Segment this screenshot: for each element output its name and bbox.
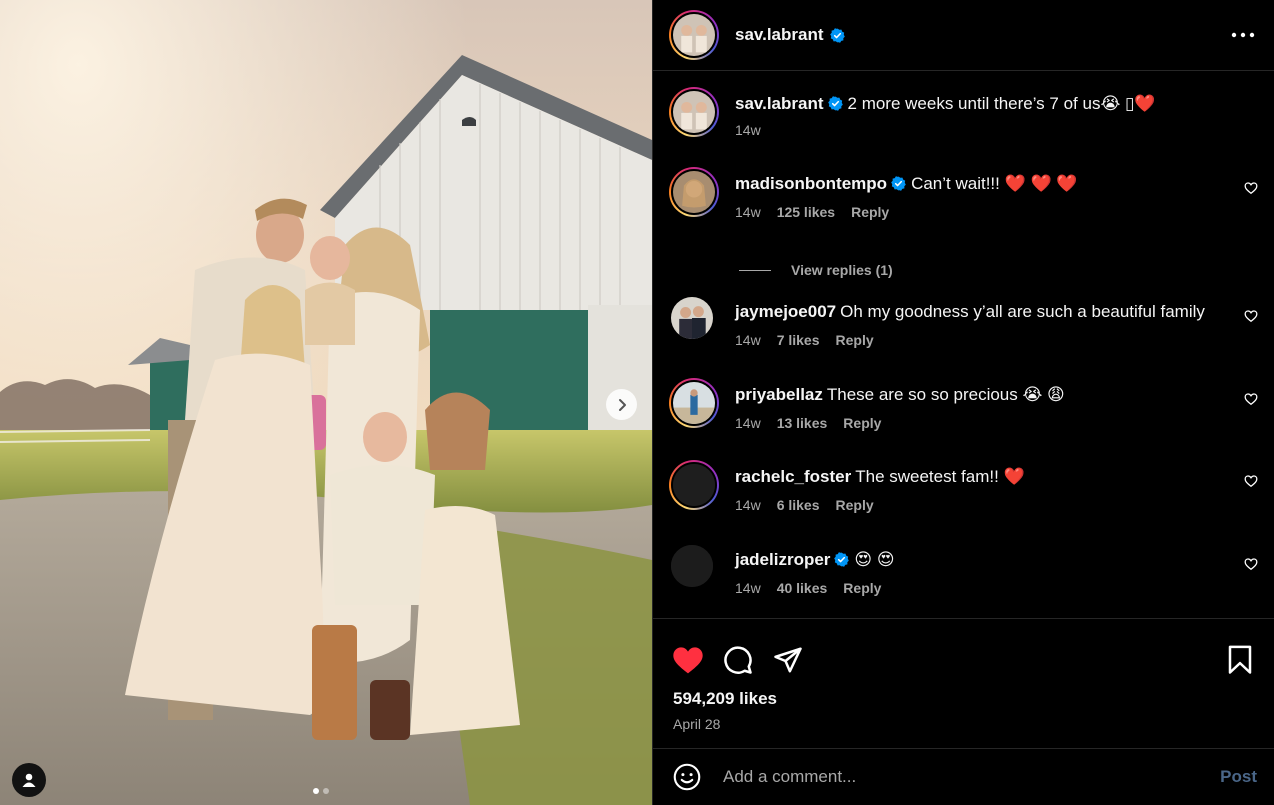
heart-filled-icon [673,647,703,674]
comment-reply-button[interactable]: Reply [836,497,874,513]
comment-time[interactable]: 14w [735,415,761,431]
comment-avatar-ring[interactable] [669,295,719,345]
comment-input[interactable] [723,767,1221,787]
comment-reply-button[interactable]: Reply [843,415,881,431]
comment-likes[interactable]: 40 likes [777,580,828,596]
bookmark-icon [1228,645,1252,674]
caption-time[interactable]: 14w [735,122,761,138]
comment-username[interactable]: madisonbontempo [735,174,887,193]
comment-time[interactable]: 14w [735,580,761,596]
carousel-next-button[interactable] [606,389,637,420]
share-button[interactable] [771,643,805,677]
tagged-users-button[interactable] [12,763,46,797]
comment-likes[interactable]: 125 likes [777,204,835,220]
comment-reply-button[interactable]: Reply [836,332,874,348]
user-tag-icon [22,773,36,787]
carousel-dot [323,788,329,794]
comment-time[interactable]: 14w [735,204,761,220]
comment-item: jadelizroper 😍 😍 14w 40 likes Reply [653,543,1274,618]
comment-text: 😍 😍 [854,550,895,569]
comment-avatar-ring[interactable] [669,543,719,593]
more-options-button[interactable] [1228,20,1258,50]
comment-likes[interactable]: 7 likes [777,332,820,348]
post-likes-count[interactable]: 594,209 likes [653,685,1274,709]
post-caption: sav.labrant 2 more weeks until there’s 7 … [653,87,1274,167]
comment-text: These are so so precious 😭 😩 [826,385,1065,404]
comment-text: The sweetest fam!! ❤️ [855,467,1025,486]
more-options-icon [1231,32,1255,38]
comment-username[interactable]: rachelc_foster [735,467,851,486]
comment-avatar-ring[interactable] [669,378,719,428]
verified-badge-icon [829,27,845,43]
comment-username[interactable]: jaymejoe007 [735,302,836,321]
carousel-indicator [313,788,329,794]
comment-time[interactable]: 14w [735,497,761,513]
comment-item: priyabellaz These are so so precious 😭 😩 … [653,378,1274,460]
post-comment-button[interactable]: Post [1220,767,1257,787]
caption-avatar [671,89,717,135]
comment-time[interactable]: 14w [735,332,761,348]
save-button[interactable] [1223,643,1257,677]
comment-avatar [671,380,717,426]
comment-avatar [671,169,717,215]
verified-badge-icon [827,96,843,111]
comment-avatar-ring[interactable] [669,460,719,510]
replies-divider-line [739,269,771,271]
comment-button[interactable] [721,643,755,677]
post-photo[interactable] [0,0,652,805]
post-actions-section: 594,209 likes April 28 [653,618,1274,732]
comment-item: jaymejoe007 Oh my goodness y’all are such… [653,295,1274,378]
paper-plane-icon [774,647,802,673]
comment-text: Oh my goodness y’all are such a beautifu… [840,302,1205,321]
comment-text: Can’t wait!!! ❤️ ❤️ ❤️ [911,174,1078,193]
chevron-right-icon [618,398,626,411]
comment-reply-button[interactable]: Reply [843,580,881,596]
family-photo-image [0,0,652,805]
post-date[interactable]: April 28 [653,709,1274,732]
view-replies-button[interactable]: View replies (1) [739,245,1274,295]
carousel-dot-active [313,788,319,794]
emoji-picker-button[interactable] [671,761,703,793]
author-avatar [671,12,717,58]
action-bar [653,619,1274,685]
comment-avatar [669,543,715,589]
post-details-panel: sav.labrant sav.labrant 2 more weeks unt… [652,0,1274,805]
verified-badge-icon [834,552,850,567]
like-button[interactable] [671,643,705,677]
comment-like-icon[interactable] [1244,181,1258,195]
author-username[interactable]: sav.labrant [735,25,845,45]
author-avatar-ring[interactable] [669,10,719,60]
comment-like-icon[interactable] [1244,474,1258,488]
comment-like-icon[interactable] [1244,309,1258,323]
verified-badge-icon [891,176,906,191]
comment-username[interactable]: jadelizroper [735,550,830,569]
comments-list[interactable]: sav.labrant 2 more weeks until there’s 7 … [653,71,1274,618]
comment-username[interactable]: priyabellaz [735,385,823,404]
caption-text: 2 more weeks until there’s 7 of us😭 ▯❤️ [847,94,1156,113]
comment-item: rachelc_foster The sweetest fam!! ❤️ 14w … [653,460,1274,543]
comment-like-icon[interactable] [1244,392,1258,406]
comment-avatar [671,462,717,508]
smiley-icon [673,763,701,791]
comment-likes[interactable]: 13 likes [777,415,828,431]
comment-avatar [669,295,715,341]
view-replies-label[interactable]: View replies (1) [791,262,893,278]
author-username-text[interactable]: sav.labrant [735,25,824,45]
caption-username[interactable]: sav.labrant [735,94,824,113]
comment-item: madisonbontempo Can’t wait!!! ❤️ ❤️ ❤️ 14… [653,167,1274,245]
comment-bubble-icon [724,646,752,674]
comment-composer: Post [653,748,1274,805]
comment-avatar-ring[interactable] [669,167,719,217]
comment-like-icon[interactable] [1244,557,1258,571]
caption-avatar-ring[interactable] [669,87,719,137]
comment-likes[interactable]: 6 likes [777,497,820,513]
post-header: sav.labrant [653,0,1274,71]
comment-reply-button[interactable]: Reply [851,204,889,220]
